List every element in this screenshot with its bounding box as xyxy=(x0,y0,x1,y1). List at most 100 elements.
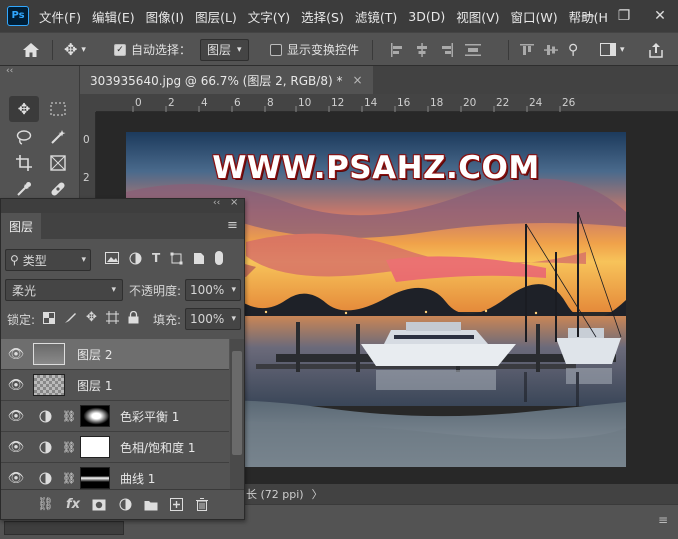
move-tool-preset[interactable]: ✥ ▾ xyxy=(64,33,86,66)
opacity-input[interactable]: 100% ▾ xyxy=(185,279,241,301)
visibility-eye-icon[interactable]: 👁 xyxy=(1,378,31,393)
auto-select-checkbox[interactable]: ✓ xyxy=(114,43,126,56)
visibility-eye-icon[interactable]: 👁 xyxy=(1,471,31,486)
document-tab[interactable]: 303935640.jpg @ 66.7% (图层 2, RGB/8) * × xyxy=(80,66,373,94)
ruler-tick: 0 xyxy=(83,134,90,146)
layer-row[interactable]: 👁 ⛓ 色彩平衡 1 xyxy=(1,401,229,432)
chevron-down-icon: ▾ xyxy=(620,44,625,55)
horizontal-ruler[interactable]: 0 2 4 6 8 10 12 14 16 18 20 22 24 26 xyxy=(96,94,678,112)
workspace-switcher[interactable]: ▾ xyxy=(600,33,625,66)
layer-mask-thumbnail[interactable] xyxy=(79,436,110,458)
options-bar: ✥ ▾ ✓ 自动选择： 图层 ▾ 显示变换控件 ⚲ ▾ xyxy=(0,32,678,66)
layer-mask-thumbnail[interactable] xyxy=(79,405,110,427)
chain-link-icon[interactable]: ⛓ xyxy=(62,441,76,454)
align-vcenter-icon[interactable] xyxy=(544,43,558,57)
status-menu-arrow[interactable]: 〉 xyxy=(312,486,323,502)
menu-select[interactable]: 选择(S) xyxy=(301,7,344,26)
panel-menu-icon[interactable]: ≡ xyxy=(658,513,668,527)
layers-panel: ‹‹ × 图层 ≡ ⚲ 类型 ▾ T 柔光 ▾ 不透明度: 100% ▾ 锁定:… xyxy=(0,197,245,520)
layer-row[interactable]: 👁 图层 1 xyxy=(1,370,229,401)
show-transform-checkbox[interactable] xyxy=(270,43,282,56)
menu-view[interactable]: 视图(V) xyxy=(456,7,499,26)
menu-type[interactable]: 文字(Y) xyxy=(248,7,290,26)
menu-filter[interactable]: 滤镜(T) xyxy=(355,7,397,26)
smart-object-filter-icon[interactable] xyxy=(193,252,205,265)
layer-name: 曲线 1 xyxy=(119,471,156,486)
visibility-eye-icon[interactable]: 👁 xyxy=(1,347,31,362)
chevron-down-icon: ▾ xyxy=(231,314,236,324)
mask-icon[interactable] xyxy=(92,499,106,511)
auto-select-toggle[interactable]: ✓ 自动选择： xyxy=(114,33,191,66)
chain-link-icon[interactable]: ⛓ xyxy=(62,472,76,485)
close-tab-icon[interactable]: × xyxy=(352,73,362,87)
lock-transparency-icon[interactable] xyxy=(43,311,55,324)
layer-filter-dropdown[interactable]: ⚲ 类型 ▾ xyxy=(5,249,91,271)
fill-input[interactable]: 100% ▾ xyxy=(185,308,241,330)
chevron-down-icon: ▾ xyxy=(81,255,86,265)
visibility-eye-icon[interactable]: 👁 xyxy=(1,409,31,424)
panel-header[interactable]: ‹‹ × xyxy=(1,197,244,213)
scrollbar-thumb[interactable] xyxy=(232,351,242,455)
lasso-tool[interactable] xyxy=(9,124,39,150)
search-icon[interactable]: ⚲ xyxy=(568,42,578,58)
crop-tool[interactable] xyxy=(9,150,39,176)
show-transform-toggle[interactable]: 显示变换控件 xyxy=(270,33,359,66)
lock-pixels-icon[interactable] xyxy=(64,311,77,324)
auto-select-target-dropdown[interactable]: 图层 ▾ xyxy=(200,38,249,61)
layer-mask-thumbnail[interactable] xyxy=(79,467,110,489)
home-icon[interactable] xyxy=(22,33,40,66)
adjustment-icon[interactable] xyxy=(119,498,132,511)
frame-icon xyxy=(50,155,66,171)
close-button[interactable]: ✕ xyxy=(642,8,678,24)
bandage-icon xyxy=(51,182,65,196)
lock-all-icon[interactable] xyxy=(128,311,139,324)
restore-button[interactable]: ❐ xyxy=(606,8,642,24)
type-filter-icon[interactable]: T xyxy=(152,251,160,265)
magic-wand-tool[interactable] xyxy=(43,124,73,150)
menu-3d[interactable]: 3D(D) xyxy=(408,9,445,24)
visibility-eye-icon[interactable]: 👁 xyxy=(1,440,31,455)
panel-menu-icon[interactable]: ≡ xyxy=(227,218,238,233)
share-icon[interactable] xyxy=(648,33,664,66)
new-layer-icon[interactable] xyxy=(170,498,184,511)
lock-position-icon[interactable]: ✥ xyxy=(86,310,97,325)
align-hcenter-icon[interactable] xyxy=(415,42,429,57)
adjustment-filter-icon[interactable] xyxy=(129,252,142,265)
minimize-button[interactable]: — xyxy=(570,8,606,24)
tab-layers[interactable]: 图层 xyxy=(1,213,42,239)
chain-link-icon[interactable]: ⛓ xyxy=(62,410,76,423)
menu-edit[interactable]: 编辑(E) xyxy=(92,7,135,26)
marquee-tool[interactable] xyxy=(43,96,73,122)
layer-row[interactable]: 👁 ⛓ 色相/饱和度 1 xyxy=(1,432,229,463)
shape-filter-icon[interactable] xyxy=(170,252,183,265)
trash-icon[interactable] xyxy=(195,498,208,511)
filter-type-label: 类型 xyxy=(22,253,47,268)
fx-icon[interactable]: fx xyxy=(66,497,80,512)
layer-row[interactable]: 👁 图层 2 xyxy=(1,339,229,370)
collapse-icon[interactable]: ‹‹ xyxy=(213,198,220,208)
close-panel-icon[interactable]: × xyxy=(230,197,238,208)
align-right-icon[interactable] xyxy=(440,42,454,57)
align-top-icon[interactable] xyxy=(520,43,534,57)
menu-image[interactable]: 图像(I) xyxy=(146,7,184,26)
group-icon[interactable] xyxy=(144,499,158,511)
link-icon[interactable]: ⛓ xyxy=(37,497,54,512)
blend-mode-dropdown[interactable]: 柔光 ▾ xyxy=(5,279,123,301)
move-tool[interactable]: ✥ xyxy=(9,96,39,122)
filter-toggle[interactable] xyxy=(215,251,224,265)
layer-name: 图层 1 xyxy=(77,378,113,393)
align-left-icon[interactable] xyxy=(390,42,404,57)
lock-artboard-icon[interactable] xyxy=(105,311,119,324)
collapsed-panel-bar[interactable] xyxy=(4,521,124,535)
distribute-icon[interactable] xyxy=(465,43,481,57)
menu-file[interactable]: 文件(F) xyxy=(39,7,81,26)
menu-layer[interactable]: 图层(L) xyxy=(195,7,237,26)
frame-tool[interactable] xyxy=(43,150,73,176)
layer-row[interactable]: 👁 ⛓ 曲线 1 xyxy=(1,463,229,489)
menu-window[interactable]: 窗口(W) xyxy=(511,7,558,26)
layer-name: 图层 2 xyxy=(77,347,113,362)
collapse-icon[interactable]: ‹‹ xyxy=(6,66,13,76)
lock-label: 锁定: xyxy=(7,313,36,327)
pixel-filter-icon[interactable] xyxy=(105,252,119,264)
search-icon: ⚲ xyxy=(10,253,19,267)
